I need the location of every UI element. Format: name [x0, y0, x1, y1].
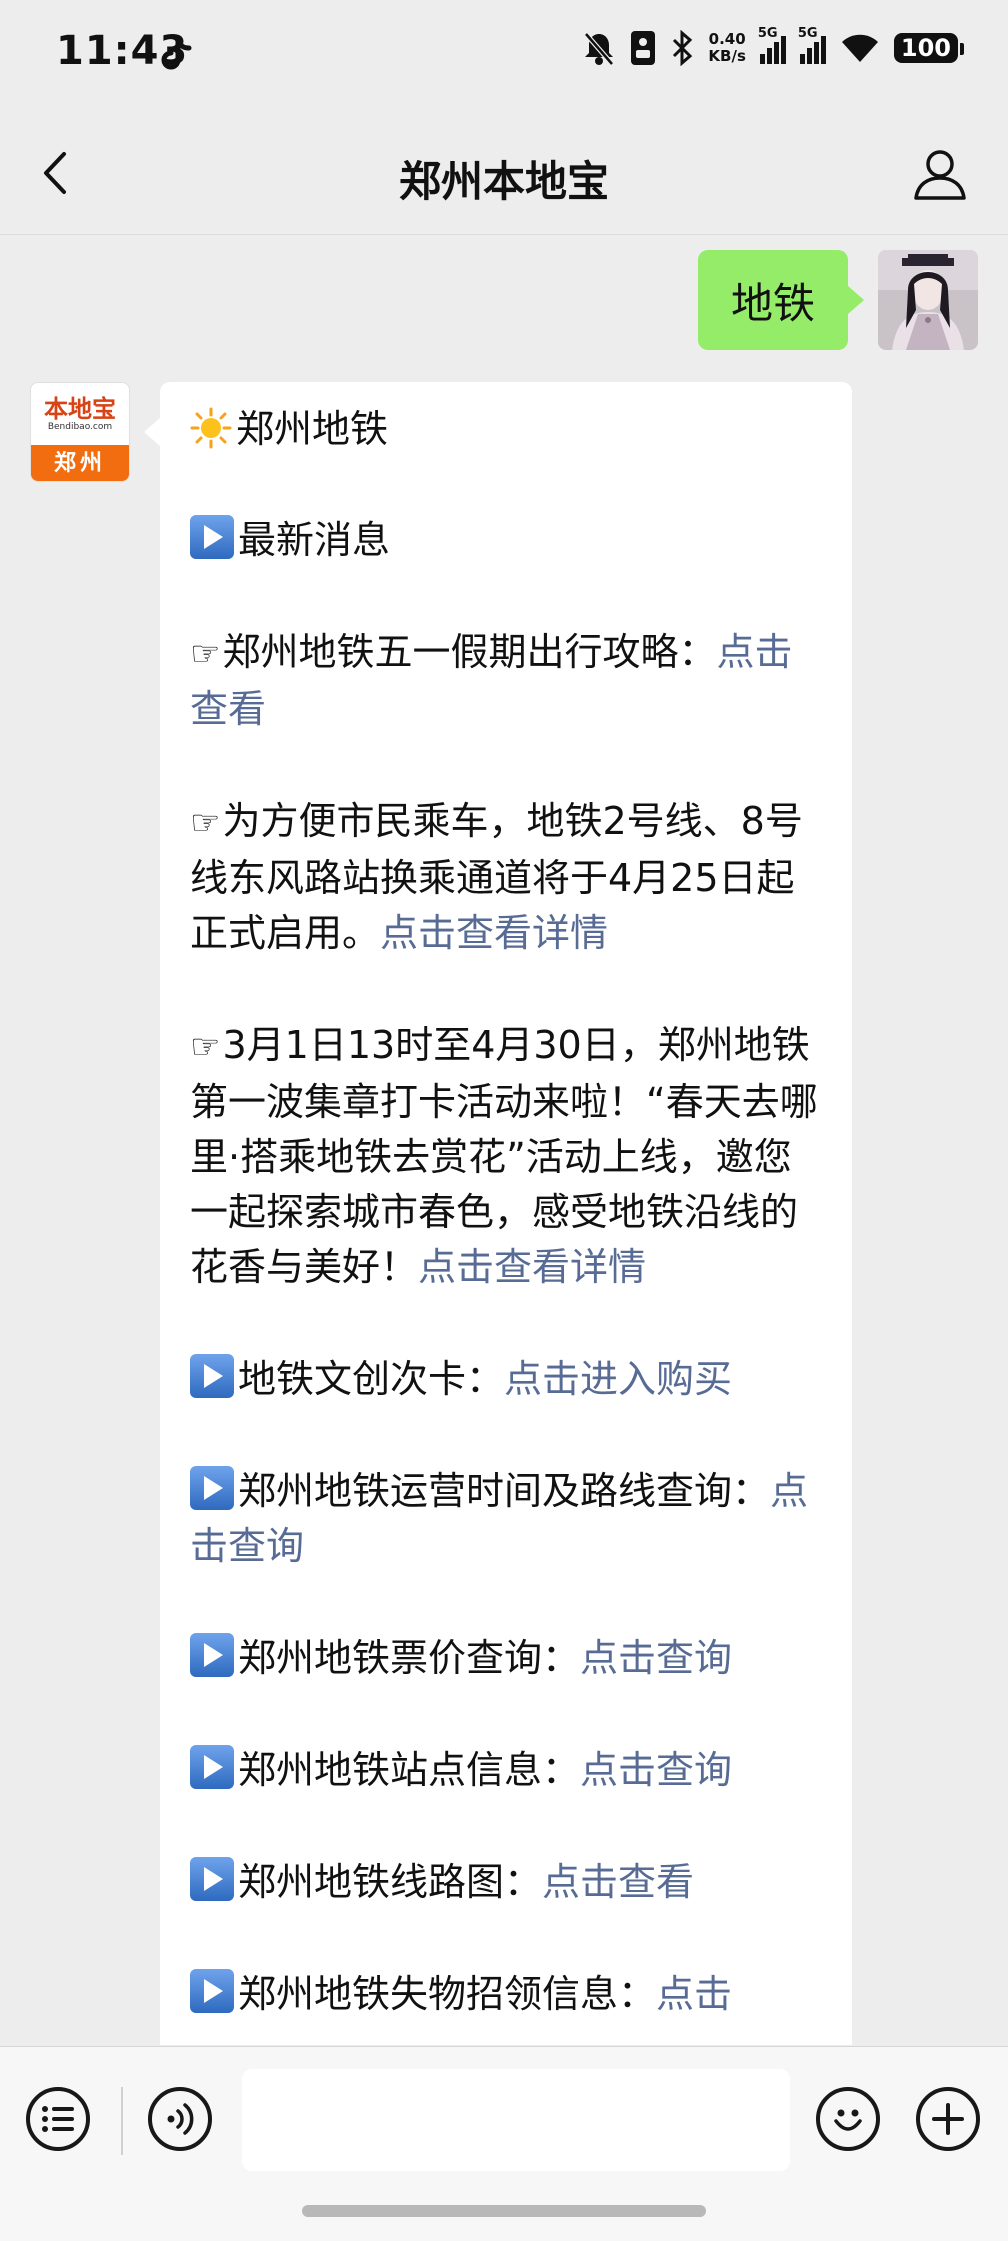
- status-icons: 0.40 KB/s 5G 5G 100: [582, 26, 965, 66]
- user-avatar-image: [878, 250, 978, 350]
- pointing-hand-icon: ☞: [190, 1027, 221, 1067]
- msg-title-row: 郑州地铁: [190, 402, 822, 457]
- route-map-row: 郑州地铁线路图：点击查看: [190, 1855, 822, 1910]
- station-info-row: 郑州地铁站点信息：点击查询: [190, 1743, 822, 1798]
- news-item-3: ☞3月1日13时至4月30日，郑州地铁第一波集章打卡活动来啦！“春天去哪里·搭乘…: [190, 1018, 822, 1295]
- wifi-icon: [841, 34, 878, 62]
- news-item-1: ☞郑州地铁五一假期出行攻略：点击查看: [190, 625, 822, 737]
- news-item-2: ☞为方便市民乘车，地铁2号线、8号线东风路站换乘通道将于4月25日起正式启用。点…: [190, 794, 822, 961]
- network-speed-unit: KB/s: [708, 47, 746, 65]
- play-button-icon: [190, 1354, 234, 1398]
- voice-icon: [167, 2103, 194, 2135]
- news-2-link[interactable]: 点击查看详情: [380, 911, 608, 955]
- play-button-icon: [190, 1466, 234, 1510]
- user-message-bubble[interactable]: 地铁: [698, 250, 864, 350]
- message-input[interactable]: [242, 2069, 790, 2171]
- lost-found-row: 郑州地铁失物招领信息：点击: [190, 1967, 822, 2022]
- route-map-link[interactable]: 点击查看: [542, 1860, 694, 1904]
- chat-header: 郑州本地宝: [0, 110, 1008, 235]
- menu-button[interactable]: [26, 2087, 90, 2151]
- operating-hours-row: 郑州地铁运营时间及路线查询：点击查询: [190, 1464, 822, 1574]
- fare-text: 郑州地铁票价查询：: [238, 1636, 581, 1680]
- official-account-avatar[interactable]: 本地宝 Bendibao.com 郑州: [30, 382, 130, 482]
- sim2-label: 5G: [797, 26, 818, 41]
- latest-news-label: 最新消息: [238, 518, 391, 562]
- play-button-icon: [190, 1857, 234, 1901]
- news-3-link[interactable]: 点击查看详情: [418, 1245, 646, 1289]
- play-button-icon: [190, 1745, 234, 1789]
- emoji-icon: [834, 2109, 862, 2131]
- sim1-label: 5G: [757, 26, 778, 41]
- operating-hours-text: 郑州地铁运营时间及路线查询：: [238, 1469, 771, 1513]
- play-button-icon: [190, 1633, 234, 1677]
- mute-bell-icon: [584, 32, 615, 66]
- home-indicator[interactable]: [302, 2205, 706, 2217]
- logo-text: 本地宝: [44, 394, 116, 423]
- station-info-text: 郑州地铁站点信息：: [238, 1748, 581, 1792]
- user-avatar[interactable]: [878, 250, 978, 350]
- sim-card-icon: [631, 31, 656, 65]
- play-button-icon: [190, 1969, 234, 2013]
- plus-icon: [932, 2103, 964, 2135]
- bot-message-bubble: 郑州地铁 最新消息 ☞郑州地铁五一假期出行攻略：点击查看 ☞为方便市民乘车，地铁…: [144, 382, 852, 2045]
- list-menu-icon: [42, 2106, 74, 2132]
- status-bar: 11:43 0.40 KB/s 5G 5G 100: [0, 0, 1008, 110]
- tiktok-icon: [161, 36, 192, 70]
- more-button[interactable]: [916, 2087, 980, 2151]
- lost-found-link[interactable]: 点击: [656, 1972, 732, 2016]
- network-speed-value: 0.40: [708, 30, 746, 48]
- emoji-button[interactable]: [816, 2087, 880, 2151]
- network-speed: 0.40 KB/s: [708, 31, 745, 65]
- page-title: 郑州本地宝: [398, 157, 609, 206]
- profile-icon[interactable]: [912, 146, 968, 202]
- logo-subtext: Bendibao.com: [47, 422, 113, 432]
- sun-icon: [190, 407, 232, 449]
- msg-title: 郑州地铁: [236, 407, 389, 451]
- bluetooth-icon: [673, 30, 693, 66]
- voice-button[interactable]: [148, 2087, 212, 2151]
- news-1-text: 郑州地铁五一假期出行攻略：: [222, 630, 717, 674]
- signal-sim1-icon: 5G: [758, 26, 786, 64]
- pointing-hand-icon: ☞: [190, 803, 221, 843]
- pointing-hand-icon: ☞: [190, 634, 221, 674]
- battery-indicator: 100: [893, 33, 965, 63]
- signal-sim2-icon: 5G: [798, 26, 826, 64]
- station-info-link[interactable]: 点击查询: [580, 1748, 732, 1792]
- metro-card-text: 地铁文创次卡：: [238, 1357, 505, 1401]
- fare-row: 郑州地铁票价查询：点击查询: [190, 1631, 822, 1686]
- route-map-text: 郑州地铁线路图：: [238, 1860, 543, 1904]
- latest-news-row: 最新消息: [190, 513, 822, 568]
- bendibao-logo: 本地宝 Bendibao.com: [31, 383, 129, 445]
- lost-found-text: 郑州地铁失物招领信息：: [238, 1972, 657, 2016]
- fare-link[interactable]: 点击查询: [580, 1636, 732, 1680]
- logo-city: 郑州: [31, 445, 129, 481]
- play-button-icon: [190, 515, 234, 559]
- input-divider: [121, 2087, 123, 2155]
- metro-card-row: 地铁文创次卡：点击进入购买: [190, 1352, 822, 1407]
- chat-area[interactable]: 地铁 本地宝 Bendibao.com 郑州 郑州地铁 最新消息 ☞郑州地铁五一…: [0, 235, 1008, 2045]
- user-message-text: 地铁: [730, 278, 815, 328]
- metro-card-link[interactable]: 点击进入购买: [504, 1357, 732, 1401]
